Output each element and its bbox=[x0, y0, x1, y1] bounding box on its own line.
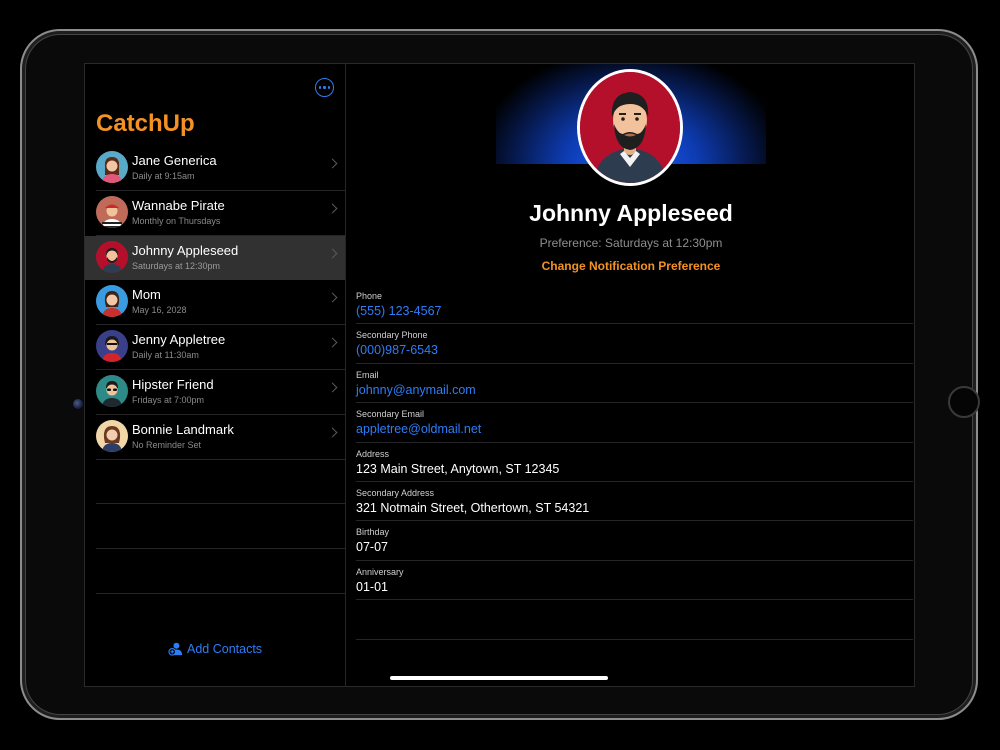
contact-schedule: Daily at 11:30am bbox=[132, 350, 199, 361]
field-label: Email bbox=[356, 369, 379, 380]
contact-name: Bonnie Landmark bbox=[132, 421, 234, 437]
field-secondary-address: Secondary Address 321 Notmain Street, Ot… bbox=[356, 482, 913, 522]
front-camera bbox=[73, 399, 83, 409]
contact-photo bbox=[577, 69, 683, 186]
chevron-right-icon bbox=[327, 382, 338, 393]
secondary-address-value: 321 Notmain Street, Othertown, ST 54321 bbox=[356, 500, 590, 515]
anniversary-value: 01-01 bbox=[356, 579, 388, 594]
secondary-phone-link[interactable]: (000)987-6543 bbox=[356, 343, 438, 357]
address-value: 123 Main Street, Anytown, ST 12345 bbox=[356, 461, 560, 476]
home-button[interactable] bbox=[948, 386, 980, 418]
field-phone: Phone (555) 123-4567 bbox=[356, 285, 913, 325]
chevron-right-icon bbox=[327, 427, 338, 438]
field-address: Address 123 Main Street, Anytown, ST 123… bbox=[356, 443, 913, 482]
field-secondary-phone: Secondary Phone (000)987-6543 bbox=[356, 324, 913, 364]
sidebar: CatchUp Jane Generica Daily at 9:15am Wa… bbox=[85, 64, 346, 686]
johnny-appleseed-avatar bbox=[96, 240, 128, 273]
app-screen: CatchUp Jane Generica Daily at 9:15am Wa… bbox=[84, 63, 915, 687]
hipster-friend-avatar bbox=[96, 374, 128, 407]
contact-row-bonnie-landmark[interactable]: Bonnie Landmark No Reminder Set bbox=[96, 415, 345, 460]
change-notification-preference-button[interactable]: Change Notification Preference bbox=[346, 259, 914, 273]
contact-name: Mom bbox=[132, 287, 161, 303]
phone-link[interactable]: (555) 123-4567 bbox=[356, 304, 441, 318]
contact-row-johnny-appleseed[interactable]: Johnny Appleseed Saturdays at 12:30pm bbox=[85, 235, 345, 281]
contact-schedule: May 16, 2028 bbox=[132, 305, 187, 316]
contact-name: Jenny Appletree bbox=[132, 332, 226, 348]
field-birthday: Birthday 07-07 bbox=[356, 521, 913, 561]
add-person-icon bbox=[168, 642, 183, 656]
notification-preference: Preference: Saturdays at 12:30pm bbox=[539, 236, 723, 250]
field-label: Phone bbox=[356, 291, 383, 301]
chevron-right-icon bbox=[327, 292, 338, 303]
birthday-value: 07-07 bbox=[356, 540, 388, 555]
field-label: Secondary Email bbox=[356, 409, 425, 420]
mom-avatar bbox=[96, 285, 128, 318]
contact-schedule: Daily at 9:15am bbox=[132, 171, 195, 181]
field-label: Secondary Phone bbox=[356, 330, 428, 341]
chevron-right-icon bbox=[327, 158, 338, 169]
empty-row bbox=[96, 504, 345, 550]
contact-schedule: Saturdays at 12:30pm bbox=[132, 260, 221, 271]
contact-row-jenny-appletree[interactable]: Jenny Appletree Daily at 11:30am bbox=[96, 325, 345, 370]
empty-row bbox=[96, 549, 345, 594]
bonnie-landmark-avatar bbox=[96, 419, 128, 452]
contact-row-mom[interactable]: Mom May 16, 2028 bbox=[96, 280, 345, 326]
field-label: Secondary Address bbox=[356, 487, 435, 498]
contact-row-jane-generica[interactable]: Jane Generica Daily at 9:15am bbox=[96, 146, 345, 191]
more-options-icon[interactable] bbox=[315, 78, 334, 97]
field-label: Birthday bbox=[356, 527, 390, 538]
contact-list: Jane Generica Daily at 9:15am Wannabe Pi… bbox=[85, 146, 345, 594]
add-contacts-button[interactable]: Add Contacts bbox=[168, 641, 262, 656]
contact-name: Wannabe Pirate bbox=[132, 197, 225, 213]
contact-schedule: Fridays at 7:00pm bbox=[132, 394, 205, 405]
contact-detail-name: Johnny Appleseed bbox=[529, 200, 733, 226]
contact-fields: Phone (555) 123-4567 Secondary Phone (00… bbox=[356, 285, 913, 640]
field-anniversary: Anniversary 01-01 bbox=[356, 561, 913, 601]
contact-row-wannabe-pirate[interactable]: Wannabe Pirate Monthly on Thursdays bbox=[96, 191, 345, 236]
contact-detail: Johnny Appleseed Preference: Saturdays a… bbox=[346, 64, 914, 686]
contact-row-hipster-friend[interactable]: Hipster Friend Fridays at 7:00pm bbox=[96, 370, 345, 415]
chevron-right-icon bbox=[327, 203, 338, 214]
home-indicator[interactable] bbox=[390, 676, 608, 680]
chevron-right-icon bbox=[327, 248, 338, 259]
contact-schedule: No Reminder Set bbox=[132, 439, 202, 450]
empty-row bbox=[96, 460, 345, 505]
jenny-appletree-avatar bbox=[96, 330, 128, 363]
app-title: CatchUp bbox=[96, 110, 195, 137]
field-secondary-email: Secondary Email appletree@oldmail.net bbox=[356, 403, 913, 443]
wannabe-pirate-avatar bbox=[96, 195, 128, 228]
field-email: Email johnny@anymail.com bbox=[356, 364, 913, 404]
email-link[interactable]: johnny@anymail.com bbox=[356, 383, 476, 397]
contact-name: Johnny Appleseed bbox=[132, 242, 239, 258]
jane-generica-avatar bbox=[96, 151, 128, 183]
field-label: Address bbox=[356, 448, 390, 459]
empty-field-row bbox=[356, 600, 913, 640]
contact-schedule: Monthly on Thursdays bbox=[132, 215, 221, 226]
add-contacts-label: Add Contacts bbox=[187, 641, 263, 656]
chevron-right-icon bbox=[327, 337, 338, 348]
contact-name: Hipster Friend bbox=[132, 376, 214, 392]
secondary-email-link[interactable]: appletree@oldmail.net bbox=[356, 422, 481, 436]
contact-name: Jane Generica bbox=[132, 153, 217, 168]
field-label: Anniversary bbox=[356, 566, 404, 577]
